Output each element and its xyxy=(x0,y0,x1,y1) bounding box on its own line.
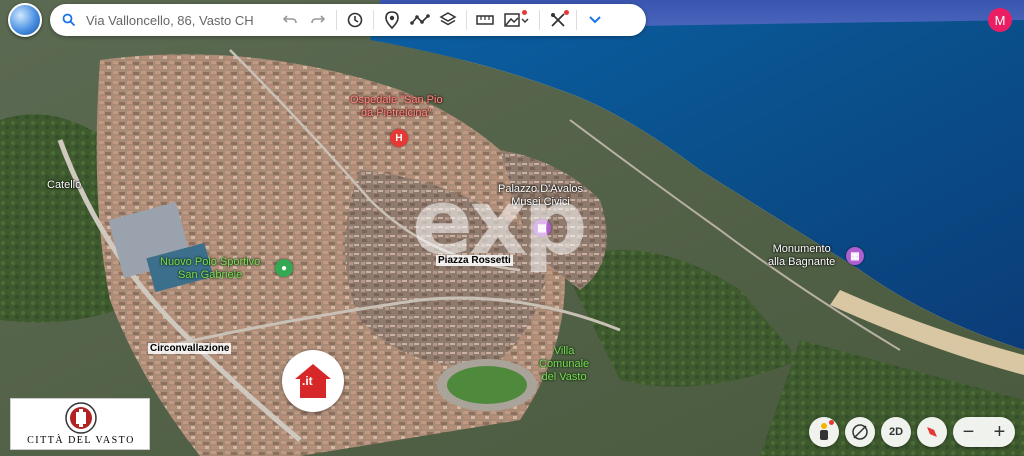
expand-toolbar-button[interactable] xyxy=(581,6,609,34)
path-icon xyxy=(410,14,430,25)
city-logo-text: CITTÀ DEL VASTO xyxy=(27,435,135,446)
badge-text: .it xyxy=(302,374,313,388)
notification-dot xyxy=(522,10,527,15)
notification-dot xyxy=(829,420,834,425)
map-style-button[interactable] xyxy=(499,6,535,34)
location-pin-icon xyxy=(385,11,399,29)
layers-button[interactable] xyxy=(434,6,462,34)
tools-button[interactable] xyxy=(544,6,572,34)
tilt-off-icon xyxy=(852,424,868,440)
map-label-polo-line: Nuovo Polo Sportivo xyxy=(160,256,261,268)
top-toolbar: Via Valloncello, 86, Vasto CH xyxy=(50,4,646,36)
sport-venue-icon[interactable]: ● xyxy=(275,259,293,277)
house-icon xyxy=(295,364,331,398)
it-badge[interactable]: .it xyxy=(282,350,344,412)
path-button[interactable] xyxy=(406,6,434,34)
toolbar-divider xyxy=(539,10,540,30)
earth-logo-icon[interactable] xyxy=(8,3,42,37)
toolbar-divider xyxy=(336,10,337,30)
reset-tilt-button[interactable] xyxy=(845,417,875,447)
map-label-monumento-line: Monumento xyxy=(772,243,831,255)
toolbar-divider xyxy=(466,10,467,30)
chevron-down-icon xyxy=(589,16,601,24)
zoom-control: − + xyxy=(953,417,1015,447)
map-label-villa-line: del Vasto xyxy=(541,371,587,383)
toolbar-divider xyxy=(576,10,577,30)
zoom-in-button[interactable]: + xyxy=(994,421,1006,444)
undo-button[interactable] xyxy=(276,6,304,34)
undo-icon xyxy=(282,15,297,24)
layers-icon xyxy=(439,12,457,26)
compass-icon xyxy=(927,427,937,437)
zoom-out-button[interactable]: − xyxy=(963,421,975,444)
toolbar-divider xyxy=(373,10,374,30)
redo-button[interactable] xyxy=(304,6,332,34)
map-label-villa[interactable]: Villa Comunale del Vasto xyxy=(539,345,589,384)
map-label-hospital-line: Ospedale "San Pio xyxy=(350,94,443,106)
exp-watermark: exp xyxy=(412,170,588,275)
hospital-icon[interactable]: H xyxy=(390,129,408,147)
city-seal-icon xyxy=(65,402,97,434)
measure-button[interactable] xyxy=(471,6,499,34)
redo-icon xyxy=(311,15,326,24)
toggle-2d-button[interactable]: 2D xyxy=(881,417,911,447)
city-logo: CITTÀ DEL VASTO xyxy=(10,398,150,450)
pegman-icon xyxy=(820,423,828,440)
search-input[interactable]: Via Valloncello, 86, Vasto CH xyxy=(86,13,276,28)
placemark-button[interactable] xyxy=(378,6,406,34)
map-label-monumento-line: alla Bagnante xyxy=(768,256,836,268)
map-label-hospital[interactable]: Ospedale "San Pio da Pietrelcina" xyxy=(350,94,443,120)
map-label-villa-line: Villa xyxy=(553,345,575,357)
history-button[interactable] xyxy=(341,6,369,34)
ruler-icon xyxy=(476,15,494,25)
notification-dot xyxy=(564,10,569,15)
compass-button[interactable] xyxy=(917,417,947,447)
map-label-catello[interactable]: Catello xyxy=(47,179,81,191)
map-label-hospital-line: da Pietrelcina" xyxy=(361,107,432,119)
history-icon xyxy=(347,12,363,28)
map-label-polo-sportivo[interactable]: Nuovo Polo Sportivo San Gabriele xyxy=(160,256,260,282)
map-label-road[interactable]: Circonvallazione xyxy=(148,343,232,354)
street-view-button[interactable] xyxy=(809,417,839,447)
map-label-monumento[interactable]: Monumento alla Bagnante xyxy=(768,243,835,269)
map-label-polo-line: San Gabriele xyxy=(178,269,243,281)
search-icon[interactable] xyxy=(58,9,80,31)
monument-icon[interactable]: ▦ xyxy=(846,247,864,265)
user-avatar[interactable]: M xyxy=(988,8,1012,32)
map-label-villa-line: Comunale xyxy=(539,358,590,370)
